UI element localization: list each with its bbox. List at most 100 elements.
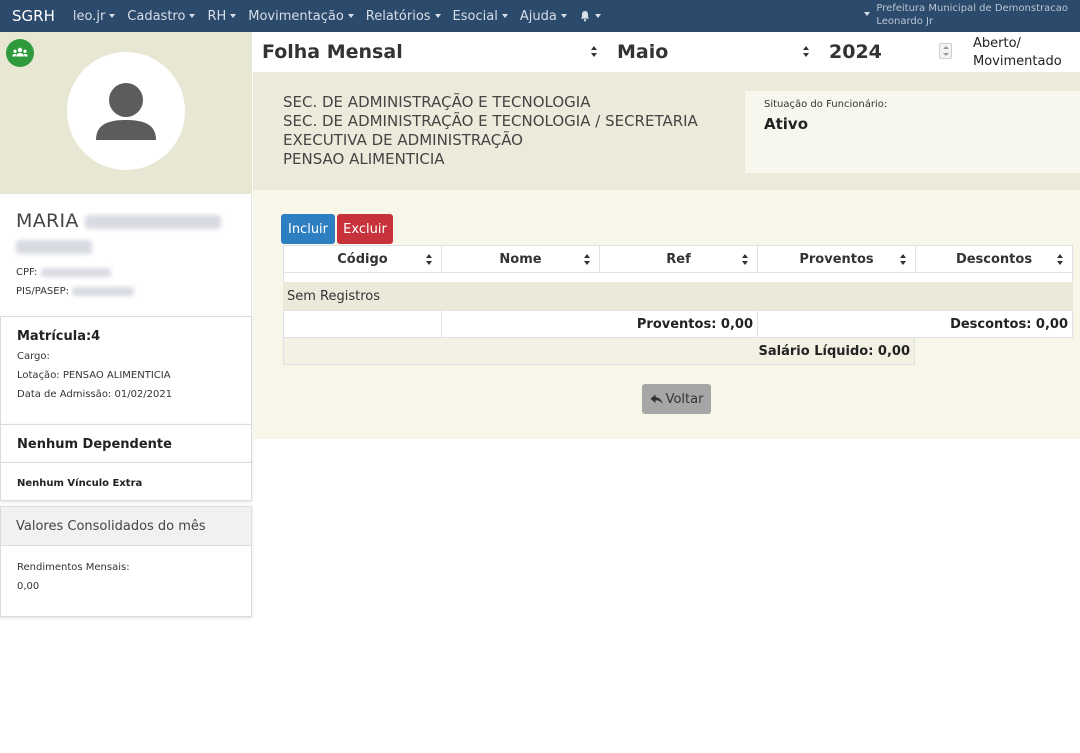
nav-relatorios[interactable]: Relatórios	[366, 9, 441, 24]
vinculo-card: Nenhum Vínculo Extra	[0, 462, 252, 501]
chevron-down-icon	[560, 14, 567, 18]
rendimentos-label: Rendimentos Mensais:	[17, 562, 130, 573]
redacted-cpf	[40, 267, 111, 277]
consolidated-title: Valores Consolidados do mês	[16, 519, 206, 534]
voltar-button[interactable]: Voltar	[642, 384, 711, 414]
org-user-menu[interactable]: Prefeitura Municipal de Demonstracao Leo…	[860, 2, 1068, 28]
col-descontos[interactable]: Descontos	[916, 246, 1072, 273]
org-name: Prefeitura Municipal de Demonstracao	[876, 3, 1068, 14]
payroll-header: Folha Mensal Maio 2024 Aberto/ Movimenta…	[253, 32, 1080, 72]
voltar-label: Voltar	[665, 391, 704, 407]
col-ref[interactable]: Ref	[600, 246, 758, 273]
nav-esocial-label: Esocial	[452, 8, 498, 24]
col-codigo[interactable]: Código	[284, 246, 442, 273]
bell-icon	[580, 11, 589, 22]
user-avatar-icon	[96, 83, 156, 140]
chevron-down-icon	[594, 14, 601, 18]
sort-icon	[741, 254, 749, 266]
sort-icon	[1056, 254, 1064, 266]
payroll-type-select[interactable]: Folha Mensal	[262, 41, 403, 63]
year-input[interactable]: 2024	[829, 41, 882, 63]
cargo: Cargo:	[17, 351, 50, 362]
table-header: Código Nome Ref Proventos Descontos	[283, 245, 1073, 273]
chevron-down-icon	[230, 14, 237, 18]
col-proventos-label: Proventos	[799, 252, 874, 267]
avatar	[67, 52, 185, 170]
status-line-2: Movimentado	[973, 54, 1062, 69]
lotacao-path: SEC. DE ADMINISTRAÇÃO E TECNOLOGIA SEC. …	[283, 93, 698, 169]
nav-cadastro-label: Cadastro	[127, 8, 186, 24]
select-arrows-icon	[802, 46, 810, 58]
chevron-down-icon	[434, 14, 441, 18]
nav-movimentacao-label: Movimentação	[248, 8, 344, 24]
proventos-total: Proventos: 0,00	[442, 311, 758, 337]
nav-esocial[interactable]: Esocial	[453, 9, 508, 24]
lotacao-line-3: EXECUTIVA DE ADMINISTRAÇÃO	[283, 131, 523, 149]
nav-cadastro[interactable]: Cadastro	[127, 8, 196, 24]
lotacao-line-2: SEC. DE ADMINISTRAÇÃO E TECNOLOGIA / SEC…	[283, 112, 698, 130]
dependents-card: Nenhum Dependente	[0, 424, 252, 463]
dependents-text: Nenhum Dependente	[17, 437, 172, 452]
filter-row	[283, 273, 1073, 282]
nav-ajuda-label: Ajuda	[519, 8, 557, 24]
empty-row: Sem Registros	[283, 282, 1073, 310]
group-button[interactable]	[6, 39, 34, 67]
consolidated-card: Valores Consolidados do mês Rendimentos …	[0, 506, 252, 617]
events-panel: Incluir Excluir Código Nome Ref Provento…	[253, 190, 1080, 439]
payroll-status: Aberto/ Movimentado	[973, 35, 1062, 71]
status-line-1: Aberto/	[973, 36, 1021, 51]
chevron-down-icon	[189, 14, 196, 18]
totals-empty-cell	[284, 311, 442, 337]
chevron-down-icon	[501, 14, 508, 18]
col-nome-label: Nome	[499, 252, 542, 267]
nav-ajuda[interactable]: Ajuda	[520, 9, 567, 24]
nav-rh-label: RH	[207, 8, 227, 24]
nav-rh[interactable]: RH	[207, 8, 237, 24]
chevron-down-icon	[109, 14, 116, 18]
lotacao-panel: SEC. DE ADMINISTRAÇÃO E TECNOLOGIA SEC. …	[253, 72, 1080, 190]
lotacao-line-1: SEC. DE ADMINISTRAÇÃO E TECNOLOGIA	[283, 93, 591, 111]
cpf-label: CPF:	[16, 267, 38, 278]
matricula: Matrícula:4	[17, 329, 101, 344]
employee-first-name: MARIA	[16, 210, 79, 232]
redacted-pis	[72, 286, 135, 296]
profile-header	[0, 32, 252, 194]
logged-user-name: Leonardo Jr	[876, 16, 934, 27]
sort-icon	[899, 254, 907, 266]
sort-icon	[425, 254, 433, 266]
sort-icon	[583, 254, 591, 266]
col-nome[interactable]: Nome	[442, 246, 600, 273]
select-arrows-icon	[590, 46, 598, 58]
nav-movimentacao[interactable]: Movimentação	[248, 9, 354, 24]
redacted-name-2	[16, 239, 92, 254]
lotacao-line-4: PENSAO ALIMENTICIA	[283, 150, 445, 168]
chevron-down-icon	[864, 12, 871, 16]
col-codigo-label: Código	[337, 252, 388, 267]
month-select[interactable]: Maio	[617, 41, 668, 63]
excluir-button[interactable]: Excluir	[337, 214, 393, 244]
totals-row: Proventos: 0,00 Descontos: 0,00	[283, 310, 1073, 338]
vinculo-text: Nenhum Vínculo Extra	[17, 478, 143, 489]
pis-row: PIS/PASEP:	[16, 286, 135, 297]
nav-notifications[interactable]	[579, 10, 601, 22]
col-ref-label: Ref	[666, 252, 691, 267]
redacted-name	[85, 214, 222, 229]
cpf-row: CPF:	[16, 267, 111, 278]
lotacao-info: Lotação: PENSAO ALIMENTICIA	[17, 370, 171, 381]
group-icon	[12, 47, 28, 57]
nav-relatorios-label: Relatórios	[365, 8, 431, 24]
rendimentos-value: 0,00	[17, 581, 40, 592]
col-proventos[interactable]: Proventos	[758, 246, 916, 273]
reply-icon	[650, 394, 663, 404]
nav-user-label: leo.jr	[72, 8, 106, 24]
year-spinner[interactable]	[939, 43, 952, 59]
situacao-value: Ativo	[764, 115, 809, 133]
app-brand[interactable]: SGRH	[12, 7, 55, 25]
net-salary: Salário Líquido: 0,00	[283, 338, 915, 365]
situacao-box: Situação do Funcionário: Ativo	[745, 91, 1080, 173]
employee-name: MARIA	[16, 210, 222, 257]
col-descontos-label: Descontos	[955, 252, 1033, 267]
nav-user-menu[interactable]: leo.jr	[72, 8, 116, 24]
pis-label: PIS/PASEP:	[16, 286, 69, 297]
incluir-button[interactable]: Incluir	[281, 214, 335, 244]
